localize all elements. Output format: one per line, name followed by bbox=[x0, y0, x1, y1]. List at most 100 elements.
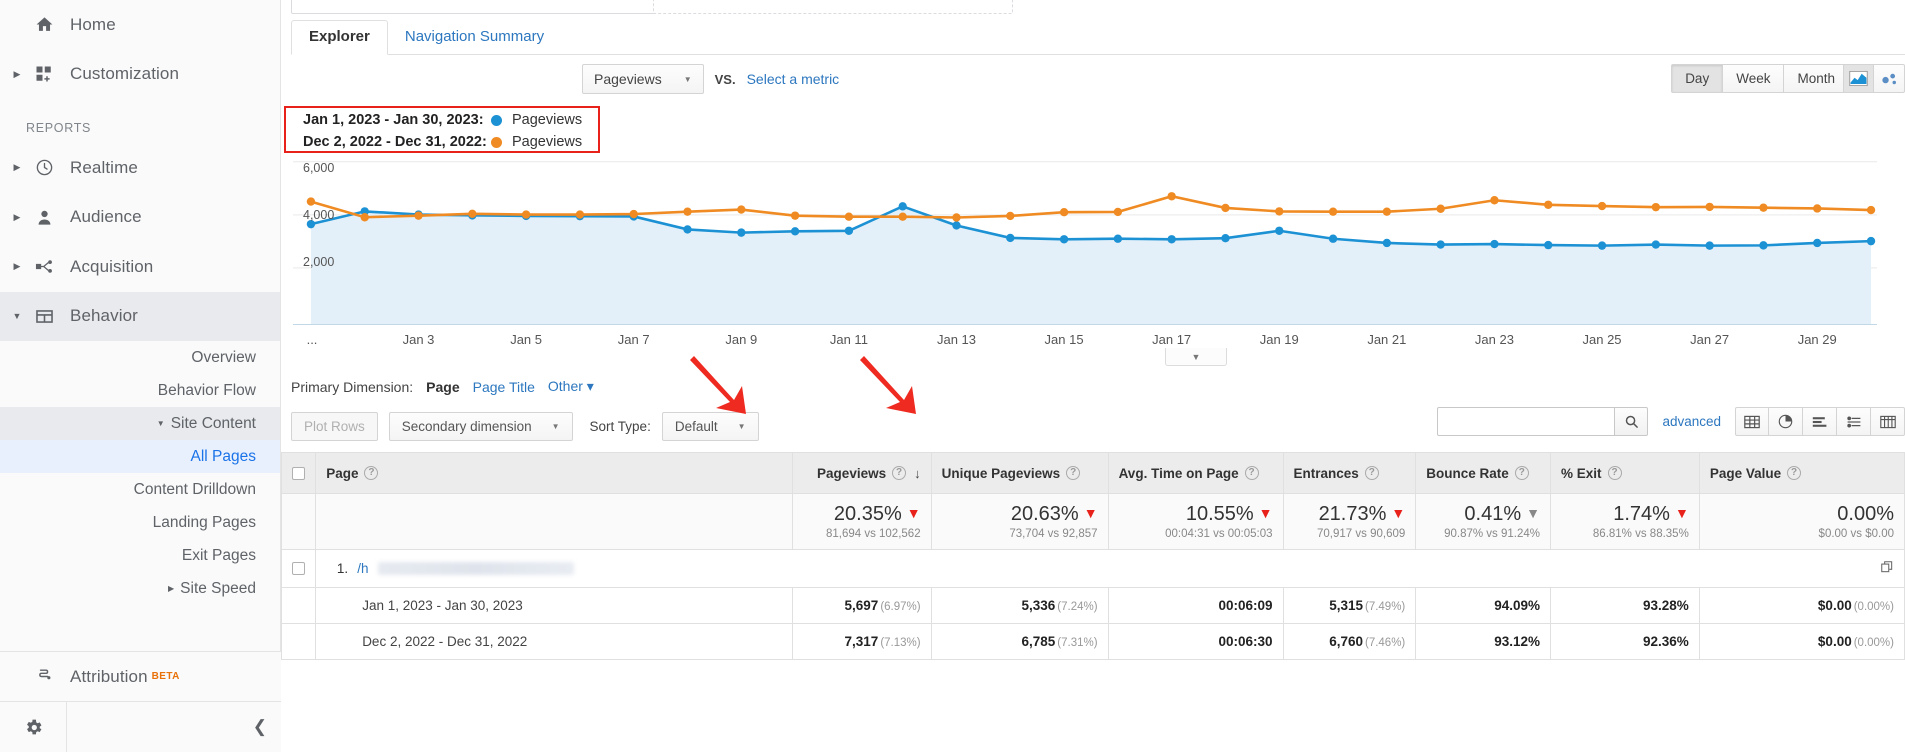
column-header-entrances[interactable]: Entrances ? bbox=[1282, 452, 1417, 494]
chart-resize-handle[interactable]: ▼ bbox=[1165, 348, 1227, 366]
column-header-page-value[interactable]: Page Value ? bbox=[1698, 452, 1905, 494]
timeline-chart[interactable] bbox=[293, 160, 1877, 325]
dimension-page-title[interactable]: Page Title bbox=[473, 379, 535, 395]
legend-date-range: Dec 2, 2022 - Dec 31, 2022: bbox=[303, 134, 487, 150]
sidebar-item-customization[interactable]: Customization bbox=[0, 50, 280, 100]
table-view-icon[interactable] bbox=[1735, 407, 1769, 436]
sidebar-item-behavior[interactable]: Behavior bbox=[0, 291, 280, 341]
advanced-link[interactable]: advanced bbox=[1662, 414, 1721, 429]
summary-metric-cell: 20.35% ▼ 81,694 vs 102,562 bbox=[791, 493, 932, 550]
sidebar-item-content-drilldown[interactable]: Content Drilldown bbox=[0, 473, 280, 506]
page-url[interactable]: /h bbox=[357, 561, 368, 576]
column-header-pageviews[interactable]: Pageviews ? ↓ bbox=[791, 452, 932, 494]
legend-row: Dec 2, 2022 - Dec 31, 2022: Pageviews bbox=[303, 131, 582, 153]
trend-down-icon: ▼ bbox=[906, 505, 921, 522]
dimension-other[interactable]: Other ▾ bbox=[548, 378, 594, 395]
sidebar-item-label: Customization bbox=[70, 64, 180, 84]
sidebar-item-site-content[interactable]: ▼ Site Content bbox=[0, 407, 280, 440]
collapse-caret-icon[interactable]: ▼ bbox=[157, 419, 165, 428]
cell-value: 92.36% bbox=[1643, 634, 1689, 649]
sort-descending-icon[interactable]: ↓ bbox=[914, 466, 921, 481]
sidebar-item-label: Behavior bbox=[70, 306, 138, 326]
help-icon[interactable]: ? bbox=[1787, 466, 1802, 480]
column-header-avg-time-on-page[interactable]: Avg. Time on Page ? bbox=[1107, 452, 1284, 494]
open-in-new-icon[interactable] bbox=[1880, 560, 1894, 577]
help-icon[interactable]: ? bbox=[1607, 466, 1622, 480]
expand-caret-icon[interactable] bbox=[8, 262, 26, 271]
help-icon[interactable]: ? bbox=[1514, 466, 1529, 480]
help-icon[interactable]: ? bbox=[1364, 466, 1379, 480]
chevron-left-icon[interactable]: ❮ bbox=[253, 717, 267, 737]
column-header-unique-pageviews[interactable]: Unique Pageviews ? bbox=[930, 452, 1109, 494]
table-row[interactable]: 1. /h bbox=[280, 549, 1905, 588]
plot-rows-button[interactable]: Plot Rows bbox=[291, 411, 378, 441]
expand-caret-icon[interactable]: ▶ bbox=[168, 584, 174, 593]
comparison-value-cell: 00:06:30 bbox=[1107, 623, 1284, 660]
row-checkbox-cell[interactable] bbox=[280, 549, 317, 588]
chart-type-buttons bbox=[1843, 64, 1905, 93]
sidebar-item-attribution[interactable]: Attribution BETA bbox=[0, 651, 281, 701]
column-header-pct-exit[interactable]: % Exit ? bbox=[1550, 452, 1700, 494]
bar-view-icon[interactable] bbox=[1803, 407, 1837, 436]
column-header-bounce-rate[interactable]: Bounce Rate ? bbox=[1415, 452, 1551, 494]
sidebar-item-behavior-flow[interactable]: Behavior Flow bbox=[0, 374, 280, 407]
select-all-checkbox[interactable] bbox=[292, 466, 306, 480]
sidebar-item-acquisition[interactable]: Acquisition bbox=[0, 242, 280, 292]
expand-caret-icon[interactable] bbox=[8, 163, 26, 172]
collapse-caret-icon[interactable] bbox=[8, 312, 26, 321]
help-icon[interactable]: ? bbox=[892, 466, 907, 480]
column-header-page[interactable]: Page ? bbox=[315, 452, 793, 494]
comparison-spacer-cell bbox=[280, 587, 317, 624]
motion-chart-icon[interactable] bbox=[1874, 64, 1905, 93]
metric-dropdown[interactable]: Pageviews ▼ bbox=[582, 64, 704, 94]
sidebar-item-overview[interactable]: Overview bbox=[0, 341, 280, 374]
dimension-page[interactable]: Page bbox=[426, 379, 459, 395]
row-checkbox[interactable] bbox=[292, 562, 306, 575]
metric-selector-row: Pageviews ▼ VS. Select a metric bbox=[582, 64, 839, 94]
sort-type-label: Sort Type: bbox=[589, 418, 651, 434]
help-icon[interactable]: ? bbox=[1066, 466, 1081, 480]
help-icon[interactable]: ? bbox=[364, 466, 379, 480]
sidebar-item-home[interactable]: Home bbox=[0, 0, 280, 50]
granularity-day[interactable]: Day bbox=[1671, 64, 1724, 93]
y-axis-label-6000: 6,000 bbox=[303, 161, 335, 175]
comparison-value-cell: 94.09% bbox=[1415, 587, 1551, 624]
comparison-view-icon[interactable] bbox=[1837, 407, 1871, 436]
top-search-field[interactable] bbox=[291, 0, 657, 14]
tab-navigation-summary[interactable]: Navigation Summary bbox=[388, 28, 561, 54]
summary-comparison: 81,694 vs 102,562 bbox=[825, 528, 921, 540]
line-chart-icon[interactable] bbox=[1843, 64, 1874, 93]
top-secondary-field[interactable] bbox=[653, 0, 1013, 14]
select-all-header[interactable] bbox=[280, 452, 317, 494]
cell-percent: (7.13%) bbox=[880, 637, 921, 649]
sidebar-item-realtime[interactable]: Realtime bbox=[0, 143, 280, 193]
sort-type-dropdown[interactable]: Default ▼ bbox=[661, 411, 759, 441]
expand-caret-icon[interactable] bbox=[8, 70, 26, 79]
sidebar-sub-label: Site Speed bbox=[180, 579, 256, 597]
expand-caret-icon[interactable] bbox=[8, 213, 26, 222]
legend-metric-label: Pageviews bbox=[512, 134, 583, 150]
sidebar-item-all-pages[interactable]: All Pages bbox=[0, 440, 280, 473]
secondary-dimension-button[interactable]: Secondary dimension ▼ bbox=[388, 411, 573, 441]
pie-view-icon[interactable] bbox=[1769, 407, 1803, 436]
sidebar-item-landing-pages[interactable]: Landing Pages bbox=[0, 506, 280, 539]
sidebar-item-label: Realtime bbox=[70, 157, 138, 177]
granularity-week[interactable]: Week bbox=[1723, 64, 1785, 93]
granularity-month[interactable]: Month bbox=[1784, 64, 1849, 93]
gear-icon[interactable] bbox=[0, 717, 66, 738]
pivot-view-icon[interactable] bbox=[1871, 407, 1905, 436]
cell-value: 93.12% bbox=[1494, 634, 1540, 649]
behavior-icon bbox=[26, 307, 62, 326]
cell-value: 6,785 bbox=[1021, 634, 1056, 649]
sidebar-item-exit-pages[interactable]: Exit Pages bbox=[0, 539, 280, 572]
sidebar-item-audience[interactable]: Audience bbox=[0, 193, 280, 243]
sidebar-item-site-speed[interactable]: ▶ Site Speed bbox=[0, 572, 280, 605]
cell-percent: (0.00%) bbox=[1853, 601, 1894, 613]
search-input[interactable] bbox=[1437, 407, 1616, 436]
help-icon[interactable]: ? bbox=[1244, 466, 1259, 480]
select-metric-link[interactable]: Select a metric bbox=[747, 71, 840, 87]
summary-checkbox-cell bbox=[280, 493, 317, 550]
search-icon[interactable] bbox=[1614, 407, 1649, 436]
sidebar-sub-label: Site Content bbox=[170, 414, 256, 432]
tab-explorer[interactable]: Explorer bbox=[291, 20, 388, 55]
